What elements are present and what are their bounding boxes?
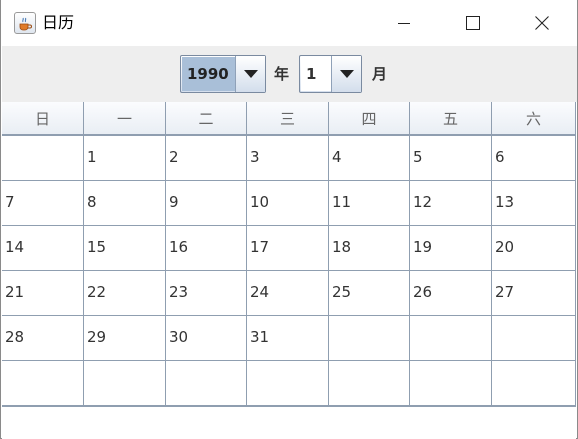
minimize-icon	[398, 23, 410, 24]
chevron-down-icon	[339, 70, 354, 78]
year-select-value: 1990	[182, 57, 236, 91]
month-select-value: 1	[301, 57, 331, 91]
day-cell[interactable]	[410, 316, 492, 361]
day-cell[interactable]	[329, 361, 410, 406]
day-cell[interactable]: 17	[247, 226, 329, 271]
year-unit-label: 年	[274, 65, 290, 83]
day-cell[interactable]: 24	[247, 271, 329, 316]
day-cell[interactable]: 5	[410, 136, 492, 181]
weekday-header: 六	[492, 102, 576, 136]
month-dropdown-button[interactable]	[331, 56, 361, 92]
weekday-header: 二	[166, 102, 247, 136]
day-cell[interactable]: 18	[329, 226, 410, 271]
day-cell[interactable]	[84, 361, 166, 406]
weekday-header: 日	[2, 102, 84, 136]
day-cell[interactable]	[166, 361, 247, 406]
close-icon	[535, 16, 549, 30]
day-cell[interactable]	[492, 316, 576, 361]
day-cell[interactable]: 10	[247, 181, 329, 226]
day-cell[interactable]	[2, 361, 84, 406]
window-title: 日历	[42, 13, 75, 32]
year-select[interactable]: 1990	[180, 55, 266, 93]
day-cell[interactable]: 1	[84, 136, 166, 181]
day-cell[interactable]: 30	[166, 316, 247, 361]
day-cell[interactable]	[492, 361, 576, 406]
year-dropdown-button[interactable]	[235, 56, 265, 92]
maximize-button[interactable]	[450, 0, 496, 46]
day-cell[interactable]: 29	[84, 316, 166, 361]
day-cell[interactable]: 7	[2, 181, 84, 226]
day-cell[interactable]: 9	[166, 181, 247, 226]
day-cell[interactable]: 6	[492, 136, 576, 181]
day-cell[interactable]	[410, 361, 492, 406]
java-cup-icon	[14, 12, 36, 34]
day-cell[interactable]: 15	[84, 226, 166, 271]
month-select[interactable]: 1	[299, 55, 362, 93]
day-cell[interactable]: 19	[410, 226, 492, 271]
calendar-window: 日历 1990 年 1 月 日 一 二 三 四 五 六 1 2 3 4 5 6 …	[0, 0, 578, 439]
day-cell[interactable]: 27	[492, 271, 576, 316]
day-cell[interactable]: 2	[166, 136, 247, 181]
day-cell[interactable]: 11	[329, 181, 410, 226]
weekday-header: 五	[410, 102, 492, 136]
day-cell[interactable]: 28	[2, 316, 84, 361]
day-cell[interactable]: 4	[329, 136, 410, 181]
close-button[interactable]	[519, 0, 565, 46]
title-bar[interactable]: 日历	[1, 0, 577, 46]
day-cell[interactable]: 31	[247, 316, 329, 361]
weekday-header: 四	[329, 102, 410, 136]
day-cell[interactable]: 14	[2, 226, 84, 271]
chevron-down-icon	[243, 70, 258, 78]
weekday-header: 一	[84, 102, 166, 136]
day-cell[interactable]	[247, 361, 329, 406]
month-unit-label: 月	[372, 65, 388, 83]
weekday-header: 三	[247, 102, 329, 136]
day-cell[interactable]: 3	[247, 136, 329, 181]
day-cell[interactable]: 25	[329, 271, 410, 316]
day-cell[interactable]: 13	[492, 181, 576, 226]
day-cell[interactable]: 8	[84, 181, 166, 226]
day-cell[interactable]: 26	[410, 271, 492, 316]
day-cell[interactable]: 23	[166, 271, 247, 316]
day-cell[interactable]: 20	[492, 226, 576, 271]
day-cell[interactable]: 21	[2, 271, 84, 316]
status-bar	[2, 406, 576, 439]
minimize-button[interactable]	[381, 0, 427, 46]
day-cell[interactable]: 16	[166, 226, 247, 271]
maximize-icon	[466, 16, 480, 30]
day-cell[interactable]: 22	[84, 271, 166, 316]
date-selector-toolbar: 1990 年 1 月	[2, 46, 577, 102]
day-cell[interactable]: 12	[410, 181, 492, 226]
day-cell[interactable]	[329, 316, 410, 361]
day-cell[interactable]	[2, 136, 84, 181]
